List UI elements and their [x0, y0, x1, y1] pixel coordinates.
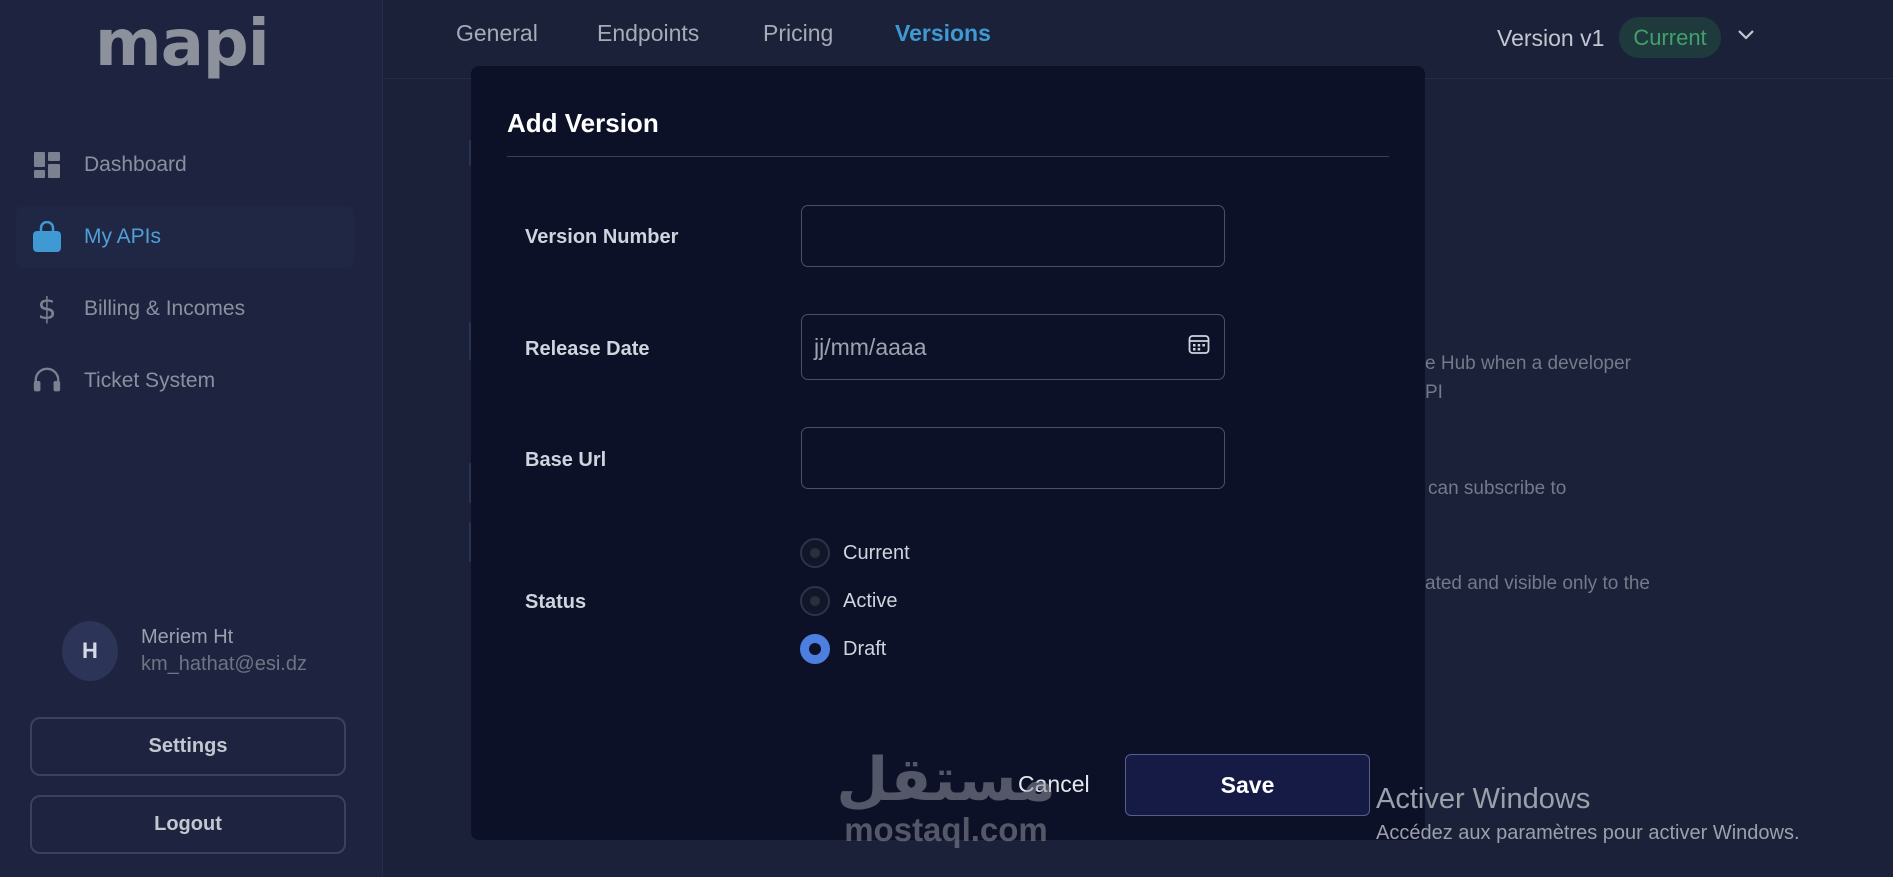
windows-activation-title: Activer Windows: [1376, 783, 1591, 815]
sidebar-item-label: Ticket System: [84, 369, 216, 392]
dashboard-icon: [32, 150, 62, 180]
release-date-label: Release Date: [525, 338, 650, 360]
radio-button[interactable]: [800, 538, 830, 568]
modal-divider: [507, 156, 1389, 157]
radio-label: Draft: [843, 637, 887, 660]
background-text: e Hub when a developer: [1425, 353, 1631, 374]
status-label: Status: [525, 591, 587, 613]
radio-button[interactable]: [800, 586, 830, 616]
sidebar-item-my-apis[interactable]: My APIs: [16, 206, 354, 268]
radio-button[interactable]: [800, 634, 830, 664]
add-version-modal: Add Version Version Number Release Date …: [471, 66, 1425, 840]
version-selector-label[interactable]: Version v1: [1497, 25, 1604, 52]
user-name: Meriem Ht: [141, 626, 234, 648]
base-url-label: Base Url: [525, 449, 607, 471]
sidebar-item-label: Dashboard: [84, 153, 187, 176]
dollar-icon: $: [37, 291, 57, 327]
tab-versions[interactable]: Versions: [895, 20, 991, 47]
save-button[interactable]: Save: [1125, 754, 1370, 816]
status-badge: Current: [1619, 17, 1721, 58]
logout-button[interactable]: Logout: [30, 795, 346, 854]
sidebar-item-ticket-system[interactable]: Ticket System: [16, 350, 354, 412]
user-email: km_hathat@esi.dz: [141, 653, 307, 675]
status-option-current[interactable]: Current: [800, 537, 910, 569]
release-date-placeholder: jj/mm/aaaa: [814, 333, 927, 360]
bag-icon: [32, 221, 62, 252]
chevron-down-icon[interactable]: [1737, 28, 1755, 46]
sidebar-item-dashboard[interactable]: Dashboard: [16, 134, 354, 196]
user-profile[interactable]: H Meriem Ht km_hathat@esi.dz: [62, 621, 307, 681]
mostaql-latin-text: mostaql.com: [844, 811, 1048, 848]
background-text: can subscribe to: [1428, 478, 1567, 499]
status-option-draft[interactable]: Draft: [800, 633, 886, 665]
sidebar-item-billing[interactable]: $ Billing & Incomes: [16, 278, 354, 340]
status-option-active[interactable]: Active: [800, 585, 897, 617]
sidebar-item-label: Billing & Incomes: [84, 297, 246, 320]
modal-title: Add Version: [507, 108, 659, 138]
mostaql-watermark: مستقل mostaql.com: [831, 748, 1061, 860]
calendar-icon[interactable]: [1188, 333, 1210, 361]
tab-general[interactable]: General: [456, 20, 538, 47]
settings-button[interactable]: Settings: [30, 717, 346, 776]
base-url-input[interactable]: [801, 427, 1225, 489]
radio-label: Active: [843, 589, 898, 612]
tab-endpoints[interactable]: Endpoints: [597, 20, 699, 47]
release-date-input[interactable]: jj/mm/aaaa: [801, 314, 1225, 380]
version-number-input[interactable]: [801, 205, 1225, 267]
background-text: PI: [1425, 382, 1443, 403]
radio-label: Current: [843, 541, 910, 564]
mostaql-arabic-text: مستقل: [836, 745, 1056, 815]
sidebar: mapi Dashboard My APIs $ Billing & Incom…: [0, 0, 383, 877]
headset-icon: [32, 366, 62, 396]
app-logo[interactable]: mapi: [95, 12, 270, 76]
tab-pricing[interactable]: Pricing: [763, 20, 833, 47]
windows-activation-subtitle: Accédez aux paramètres pour activer Wind…: [1376, 822, 1800, 844]
version-number-label: Version Number: [525, 226, 679, 248]
sidebar-item-label: My APIs: [84, 225, 162, 248]
avatar: H: [62, 621, 118, 681]
background-text: ated and visible only to the: [1425, 573, 1650, 594]
